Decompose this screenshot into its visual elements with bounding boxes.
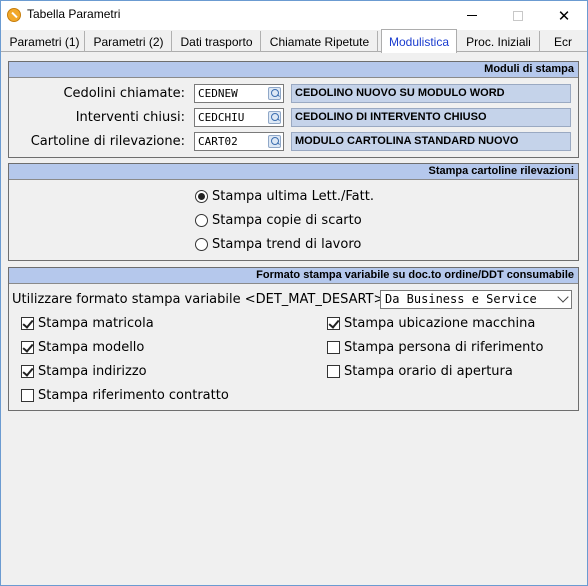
check-label: Stampa indirizzo <box>38 364 147 379</box>
radio-button[interactable] <box>195 238 208 251</box>
moduli-header: Moduli di stampa <box>9 62 578 78</box>
tab-dati-trasporto[interactable]: Dati trasporto <box>173 31 261 52</box>
radio-button[interactable] <box>195 214 208 227</box>
interventi-code-value: CEDCHIU <box>198 111 245 124</box>
cartoline-code-field[interactable]: CART02 <box>194 132 284 151</box>
app-window: Tabella Parametri ✕ Parametri (1) Parame… <box>0 0 588 586</box>
cedolini-description: CEDOLINO NUOVO SU MODULO WORD <box>291 84 571 103</box>
checkbox[interactable] <box>21 389 34 402</box>
radio-label: Stampa ultima Lett./Fatt. <box>212 189 374 204</box>
cartoline-description: MODULO CARTOLINA STANDARD NUOVO <box>291 132 571 151</box>
formato-header: Formato stampa variabile su doc.to ordin… <box>9 268 578 284</box>
formato-select-label: Utilizzare formato stampa variabile <DET… <box>12 292 389 307</box>
check-modello[interactable]: Stampa modello <box>21 340 144 355</box>
check-label: Stampa modello <box>38 340 145 355</box>
formato-select-value: Da Business e Service <box>385 292 537 306</box>
interventi-code-field[interactable]: CEDCHIU <box>194 108 284 127</box>
checkbox[interactable] <box>21 317 34 330</box>
radio-trend-lavoro[interactable]: Stampa trend di lavoro <box>195 237 361 252</box>
tab-bar: Parametri (1) Parametri (2) Dati traspor… <box>1 29 587 53</box>
maximize-icon <box>513 10 523 21</box>
window-title: Tabella Parametri <box>27 7 121 21</box>
close-icon: ✕ <box>557 6 571 25</box>
check-orario-apertura[interactable]: Stampa orario di apertura <box>327 364 513 379</box>
title-bar[interactable]: Tabella Parametri ✕ <box>1 1 587 30</box>
app-icon <box>7 8 21 22</box>
cedolini-label: Cedolini chiamate: <box>63 86 185 101</box>
formato-panel: Formato stampa variabile su doc.to ordin… <box>8 267 579 411</box>
checkbox[interactable] <box>21 365 34 378</box>
maximize-button <box>495 1 541 30</box>
check-label: Stampa orario di apertura <box>344 364 513 379</box>
cartoline-header: Stampa cartoline rilevazioni <box>9 164 578 180</box>
checkbox[interactable] <box>327 341 340 354</box>
radio-copie-scarto[interactable]: Stampa copie di scarto <box>195 213 362 228</box>
check-ubicazione-macchina[interactable]: Stampa ubicazione macchina <box>327 316 535 331</box>
lookup-icon[interactable] <box>268 135 281 148</box>
minimize-button[interactable] <box>449 1 495 30</box>
interventi-description: CEDOLINO DI INTERVENTO CHIUSO <box>291 108 571 127</box>
chevron-down-icon[interactable] <box>557 291 569 303</box>
checkbox[interactable] <box>327 365 340 378</box>
tab-parametri-2[interactable]: Parametri (2) <box>86 31 172 52</box>
tab-parametri-1[interactable]: Parametri (1) <box>5 31 85 52</box>
check-persona-riferimento[interactable]: Stampa persona di riferimento <box>327 340 543 355</box>
radio-ultima-lett-fatt[interactable]: Stampa ultima Lett./Fatt. <box>195 189 374 204</box>
checkbox[interactable] <box>327 317 340 330</box>
tab-modulistica[interactable]: Modulistica <box>381 29 457 53</box>
check-riferimento-contratto[interactable]: Stampa riferimento contratto <box>21 388 229 403</box>
cedolini-code-field[interactable]: CEDNEW <box>194 84 284 103</box>
interventi-label: Interventi chiusi: <box>75 110 185 125</box>
checkbox[interactable] <box>21 341 34 354</box>
tab-proc-iniziali[interactable]: Proc. Iniziali <box>458 31 540 52</box>
cedolini-code-value: CEDNEW <box>198 87 238 100</box>
lookup-icon[interactable] <box>268 87 281 100</box>
check-label: Stampa ubicazione macchina <box>344 316 536 331</box>
close-button[interactable]: ✕ <box>541 1 587 30</box>
radio-label: Stampa trend di lavoro <box>212 237 362 252</box>
moduli-panel: Moduli di stampa Cedolini chiamate: CEDN… <box>8 61 579 158</box>
cartoline-label: Cartoline di rilevazione: <box>30 134 185 149</box>
cartoline-panel: Stampa cartoline rilevazioni Stampa ulti… <box>8 163 579 261</box>
tab-ecr[interactable]: Ecr <box>541 31 585 52</box>
minimize-icon <box>467 15 477 16</box>
radio-button[interactable] <box>195 190 208 203</box>
check-label: Stampa persona di riferimento <box>344 340 544 355</box>
formato-select[interactable]: Da Business e Service <box>380 290 572 309</box>
check-label: Stampa matricola <box>38 316 154 331</box>
check-label: Stampa riferimento contratto <box>38 388 229 403</box>
cartoline-code-value: CART02 <box>198 135 238 148</box>
radio-label: Stampa copie di scarto <box>212 213 362 228</box>
check-indirizzo[interactable]: Stampa indirizzo <box>21 364 147 379</box>
check-matricola[interactable]: Stampa matricola <box>21 316 154 331</box>
lookup-icon[interactable] <box>268 111 281 124</box>
tab-chiamate-ripetute[interactable]: Chiamate Ripetute <box>262 31 378 52</box>
